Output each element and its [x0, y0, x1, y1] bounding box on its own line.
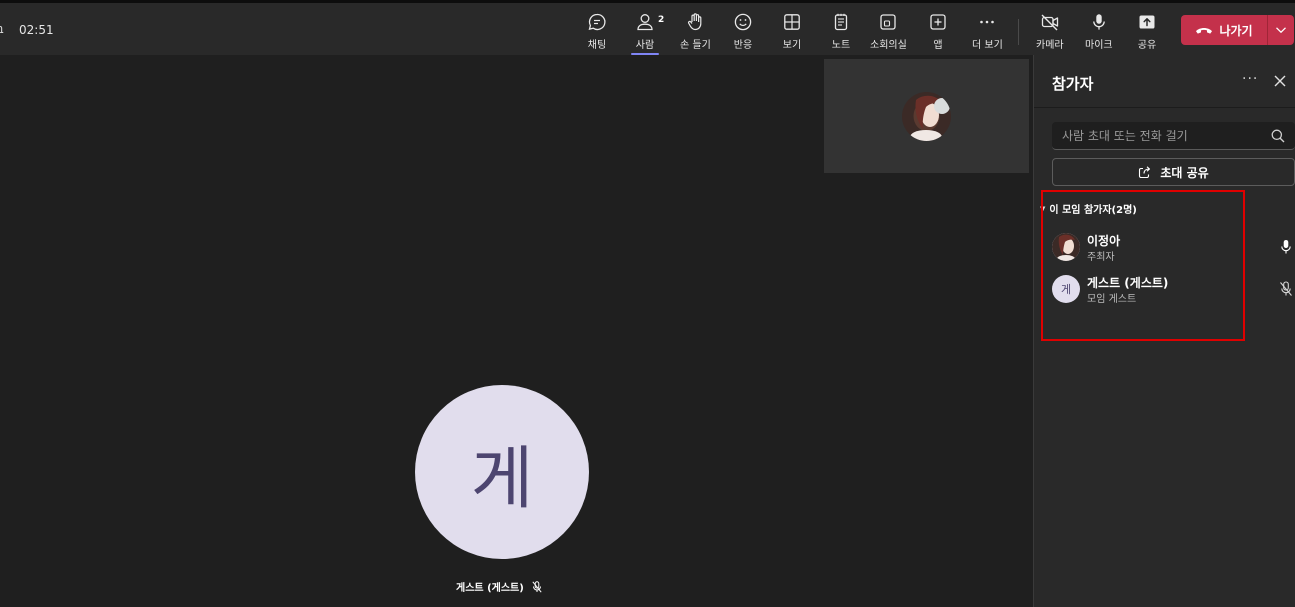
- toolbar-divider: [1018, 19, 1019, 45]
- more-button[interactable]: 더 보기: [972, 12, 1003, 52]
- apps-button[interactable]: 앱: [928, 12, 948, 52]
- leave-label: 나가기: [1219, 23, 1253, 38]
- notes-label: 노트: [831, 40, 851, 51]
- leave-options-dropdown[interactable]: [1267, 15, 1294, 45]
- invite-search-field[interactable]: [1052, 122, 1295, 150]
- close-icon[interactable]: [1272, 73, 1288, 89]
- panel-more-options-icon[interactable]: ···: [1242, 71, 1258, 87]
- notes-button[interactable]: 노트: [831, 12, 851, 52]
- camera-button[interactable]: 카메라: [1036, 12, 1064, 52]
- camera-off-icon: [1041, 14, 1058, 31]
- guest-avatar: 게: [415, 385, 589, 559]
- apps-label: 앱: [933, 40, 943, 51]
- smiley-icon: [734, 13, 752, 31]
- meeting-toolbar: ɿ 02:51 채팅 2 사람 손 들기 반응 보기 노트 소회의실 앱 더 보…: [0, 0, 1295, 55]
- participants-panel: 참가자 ··· 초대 공유 ▼ 이 모임 참가자(2명) 이정아 주최자 게 게: [1033, 55, 1295, 607]
- people-label: 사람: [635, 40, 655, 51]
- invite-search-input[interactable]: [1062, 122, 1262, 150]
- breakout-rooms-label: 소회의실: [870, 40, 907, 51]
- camera-label: 카메라: [1036, 40, 1064, 51]
- share-invite-button[interactable]: 초대 공유: [1052, 158, 1295, 186]
- react-button[interactable]: 반응: [733, 12, 753, 52]
- grid-view-icon: [784, 14, 800, 30]
- mic-off-icon: [1280, 281, 1292, 296]
- share-screen-button[interactable]: 공유: [1137, 12, 1157, 52]
- view-label: 보기: [782, 40, 802, 51]
- share-invite-label: 초대 공유: [1160, 165, 1209, 180]
- notes-icon: [834, 13, 848, 31]
- participants-section-title: 이 모임 참가자(2명): [1049, 205, 1137, 216]
- mic-button[interactable]: 마이크: [1085, 12, 1113, 52]
- participant-name: 이정아: [1087, 234, 1121, 248]
- participants-section-header[interactable]: ▼ 이 모임 참가자(2명): [1040, 201, 1137, 217]
- chat-label: 채팅: [587, 40, 607, 51]
- people-button[interactable]: 2 사람: [631, 12, 664, 55]
- breakout-rooms-icon: [880, 14, 897, 30]
- meeting-timer: 02:51: [19, 23, 54, 37]
- self-profile-photo: [902, 92, 951, 141]
- microphone-icon: [1092, 14, 1105, 30]
- guest-avatar-initial: 게: [470, 439, 534, 519]
- hand-icon: [688, 13, 702, 31]
- participant-avatar: 게: [1052, 275, 1080, 303]
- raise-hand-button[interactable]: 손 들기: [680, 12, 711, 52]
- microphone-icon: [1281, 240, 1291, 254]
- react-label: 반응: [733, 40, 753, 51]
- edge-fragment-icon: ɿ: [0, 22, 5, 36]
- people-count-badge: 2: [658, 15, 665, 25]
- view-button[interactable]: 보기: [782, 12, 802, 52]
- leave-button[interactable]: 나가기: [1181, 15, 1267, 45]
- chat-button[interactable]: 채팅: [587, 12, 607, 52]
- meeting-stage: 게 게스트 (게스트): [0, 55, 1033, 607]
- hang-up-icon: [1196, 28, 1213, 34]
- panel-title: 참가자: [1052, 75, 1094, 93]
- raise-hand-label: 손 들기: [680, 40, 711, 51]
- participant-role: 모임 게스트: [1087, 294, 1137, 305]
- collapse-triangle-icon: ▼: [1040, 204, 1046, 213]
- chevron-down-icon: [1276, 27, 1286, 34]
- breakout-rooms-button[interactable]: 소회의실: [870, 12, 907, 52]
- people-icon: [637, 14, 653, 31]
- chat-icon: [588, 13, 606, 31]
- mic-label: 마이크: [1085, 40, 1113, 51]
- guest-name-label: 게스트 (게스트): [456, 583, 524, 594]
- participant-avatar-initial: 게: [1060, 283, 1072, 296]
- share-label: 공유: [1137, 40, 1157, 51]
- mic-off-icon: [532, 580, 542, 593]
- panel-divider: [1034, 107, 1295, 108]
- share-screen-icon: [1139, 15, 1155, 29]
- participant-role: 주최자: [1087, 252, 1115, 263]
- participant-item[interactable]: 이정아 주최자: [1052, 229, 1295, 265]
- self-video-tile[interactable]: [824, 59, 1029, 173]
- share-invite-icon: [1139, 166, 1151, 179]
- search-icon[interactable]: [1270, 128, 1286, 144]
- guest-name-tag: 게스트 (게스트): [456, 579, 542, 594]
- more-dots-icon: [980, 20, 995, 24]
- participant-item[interactable]: 게 게스트 (게스트) 모임 게스트: [1052, 271, 1295, 307]
- participant-avatar: [1052, 233, 1080, 261]
- more-label: 더 보기: [972, 40, 1003, 51]
- add-app-icon: [930, 14, 946, 30]
- participant-name: 게스트 (게스트): [1087, 276, 1169, 290]
